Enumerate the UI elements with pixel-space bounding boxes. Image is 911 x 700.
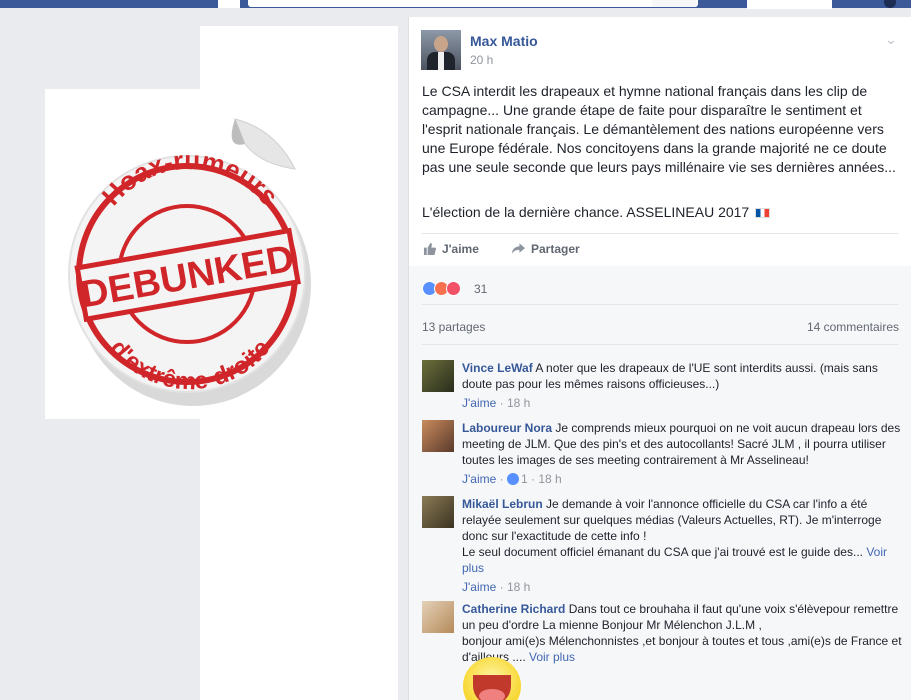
share-arrow-icon bbox=[512, 243, 525, 254]
like-button[interactable]: J'aime bbox=[423, 242, 479, 256]
love-reaction-icon bbox=[446, 281, 461, 297]
profile-button[interactable] bbox=[747, 0, 832, 9]
see-more-link[interactable]: Voir plus bbox=[529, 650, 575, 664]
search-button[interactable] bbox=[652, 0, 696, 7]
post-body-footer-text: L'élection de la dernière chance. ASSELI… bbox=[422, 204, 750, 220]
chevron-down-icon[interactable]: ⌄ bbox=[885, 31, 897, 48]
comment-like-link[interactable]: J'aime bbox=[462, 580, 496, 594]
commenter-name[interactable]: Vince LeWaf bbox=[462, 361, 533, 375]
comments-count[interactable]: 14 commentaires bbox=[807, 320, 899, 334]
reaction-count[interactable]: 31 bbox=[474, 282, 487, 296]
author-avatar[interactable] bbox=[421, 30, 461, 70]
post-timestamp[interactable]: 20 h bbox=[470, 53, 493, 67]
debunked-stamp-image[interactable]: Hoax-rumeurs d'extrême-droite DEBUNKED bbox=[45, 89, 325, 419]
divider bbox=[422, 304, 898, 305]
comment-text-continued: Le seul document officiel émanant du CSA… bbox=[462, 545, 863, 559]
facebook-logo-icon[interactable] bbox=[218, 0, 240, 8]
search-input[interactable] bbox=[248, 0, 698, 7]
reaction-icons[interactable] bbox=[422, 281, 461, 297]
share-button-label: Partager bbox=[531, 242, 580, 256]
comment-text-continued: bonjour ami(e)s Mélenchonnistes ,et bonj… bbox=[462, 634, 902, 664]
post-body: Le CSA interdit les drapeaux et hymne na… bbox=[422, 83, 896, 175]
commenter-name[interactable]: Laboureur Nora bbox=[462, 421, 552, 435]
comment-time[interactable]: 18 h bbox=[507, 396, 530, 410]
comment-like-link[interactable]: J'aime bbox=[462, 396, 496, 410]
thumbs-up-icon bbox=[423, 243, 436, 255]
share-button[interactable]: Partager bbox=[512, 242, 580, 256]
top-navbar bbox=[0, 0, 911, 9]
france-flag-icon bbox=[755, 208, 771, 218]
commenter-avatar[interactable] bbox=[422, 601, 454, 633]
debunked-stamp-graphic: Hoax-rumeurs d'extrême-droite DEBUNKED bbox=[68, 118, 311, 406]
commenter-avatar[interactable] bbox=[422, 420, 454, 452]
comment-time[interactable]: 18 h bbox=[538, 472, 561, 486]
reactions-and-comments: 31 13 partages 14 commentaires Vince LeW… bbox=[409, 266, 911, 700]
commenter-avatar[interactable] bbox=[422, 496, 454, 528]
account-menu-icon[interactable] bbox=[884, 0, 896, 8]
like-button-label: J'aime bbox=[442, 242, 479, 256]
commenter-avatar[interactable] bbox=[422, 360, 454, 392]
like-count-icon bbox=[506, 473, 519, 485]
post-body-footer: L'élection de la dernière chance. ASSELI… bbox=[422, 203, 902, 222]
post-panel: Max Matio 20 h ⌄ Le CSA interdit les dra… bbox=[408, 17, 911, 700]
comment-like-link[interactable]: J'aime bbox=[462, 472, 496, 486]
comment-like-count[interactable]: 1 bbox=[521, 472, 528, 486]
divider bbox=[422, 344, 898, 345]
commenter-name[interactable]: Catherine Richard bbox=[462, 602, 565, 616]
comment-time[interactable]: 18 h bbox=[507, 580, 530, 594]
divider bbox=[422, 233, 898, 234]
shares-count[interactable]: 13 partages bbox=[422, 320, 485, 334]
commenter-name[interactable]: Mikaël Lebrun bbox=[462, 497, 543, 511]
post-author[interactable]: Max Matio bbox=[470, 33, 538, 49]
